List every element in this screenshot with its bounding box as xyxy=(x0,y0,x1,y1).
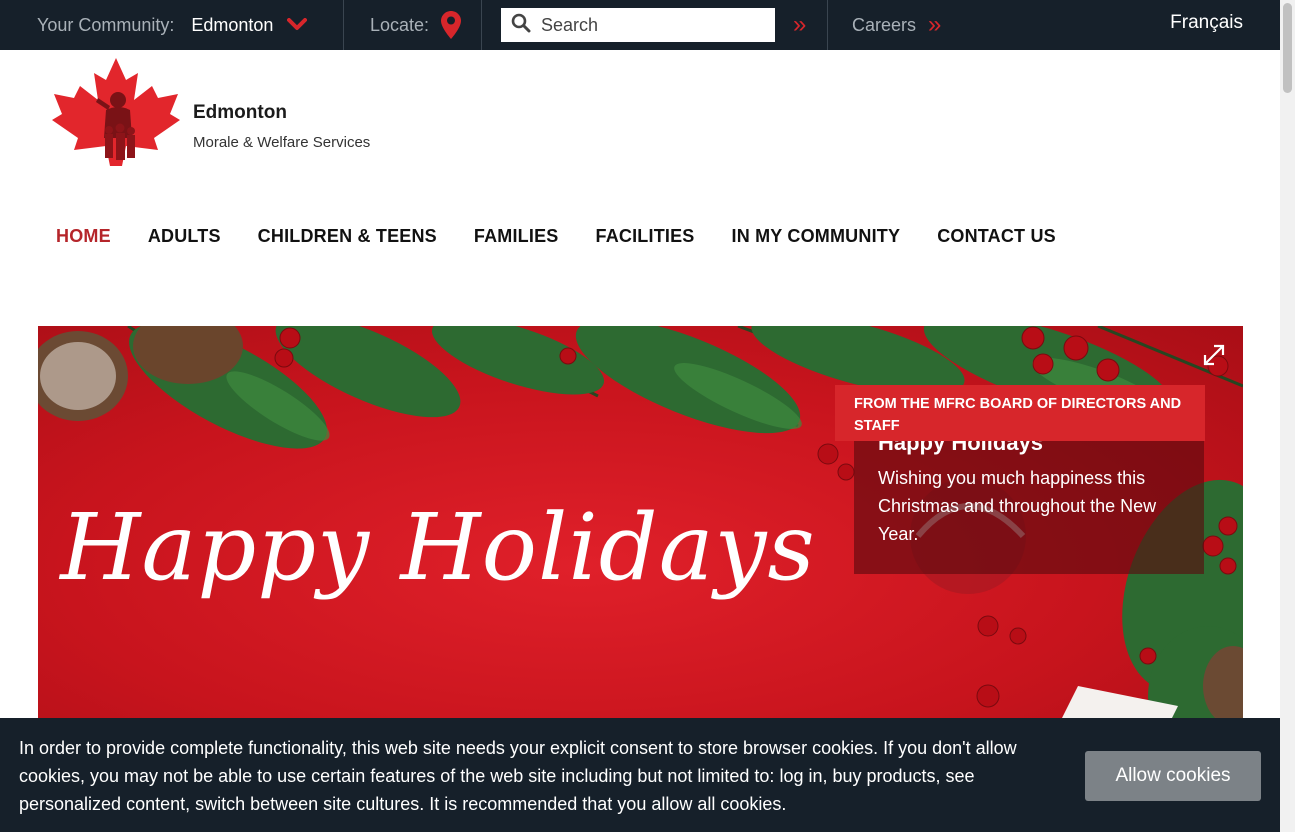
search-icon xyxy=(511,13,531,38)
nav-item-in-my-community[interactable]: IN MY COMMUNITY xyxy=(732,226,901,247)
cookie-message: In order to provide complete functionali… xyxy=(19,738,1017,814)
nav-item-contact-us[interactable]: CONTACT US xyxy=(937,226,1056,247)
brand-name[interactable]: Edmonton xyxy=(193,102,287,124)
community-value[interactable]: Edmonton xyxy=(191,15,273,36)
main-navigation: HOME ADULTS CHILDREN & TEENS FAMILIES FA… xyxy=(56,226,1093,247)
map-pin-icon[interactable] xyxy=(441,11,462,39)
caption-tag: FROM THE MFRC BOARD OF DIRECTORS AND STA… xyxy=(835,385,1205,441)
community-selector[interactable]: Your Community: Edmonton xyxy=(0,0,343,50)
search-box[interactable] xyxy=(501,8,775,42)
search-submit-button[interactable]: » xyxy=(793,13,806,37)
top-utility-bar: Your Community: Edmonton Locate: » Caree… xyxy=(0,0,1280,50)
caption-box: Happy Holidays Wishing you much happines… xyxy=(854,426,1204,574)
caption-text: Wishing you much happiness this Christma… xyxy=(878,468,1157,544)
locate-control[interactable]: Locate: xyxy=(344,0,481,50)
maple-leaf-logo[interactable] xyxy=(52,58,180,168)
fullscreen-expand-icon[interactable] xyxy=(1203,344,1225,371)
hero-script-text: Happy Holidays xyxy=(60,494,816,601)
careers-link[interactable]: Careers » xyxy=(828,0,1028,50)
allow-cookies-button[interactable]: Allow cookies xyxy=(1085,751,1261,801)
hero-slide[interactable]: Happy Holidays FROM THE MFRC BOARD OF DI… xyxy=(38,326,1243,726)
page-scrollbar[interactable] xyxy=(1280,0,1295,832)
community-label: Your Community: xyxy=(37,14,175,35)
chevron-down-icon[interactable] xyxy=(287,18,308,32)
brand-subtitle: Morale & Welfare Services xyxy=(193,134,371,151)
cookie-consent-banner: In order to provide complete functionali… xyxy=(0,718,1280,832)
careers-label[interactable]: Careers xyxy=(852,15,916,36)
nav-item-facilities[interactable]: FACILITIES xyxy=(596,226,695,247)
nav-item-families[interactable]: FAMILIES xyxy=(474,226,559,247)
scrollbar-thumb[interactable] xyxy=(1283,3,1292,93)
nav-item-children-teens[interactable]: CHILDREN & TEENS xyxy=(258,226,437,247)
locate-label: Locate: xyxy=(370,14,430,35)
nav-item-home[interactable]: HOME xyxy=(56,226,111,247)
search-input[interactable] xyxy=(541,14,761,36)
nav-item-adults[interactable]: ADULTS xyxy=(148,226,221,247)
language-toggle-link[interactable]: Français xyxy=(1170,12,1243,34)
double-chevron-right-icon: » xyxy=(928,11,942,38)
search-area: » xyxy=(482,0,827,50)
